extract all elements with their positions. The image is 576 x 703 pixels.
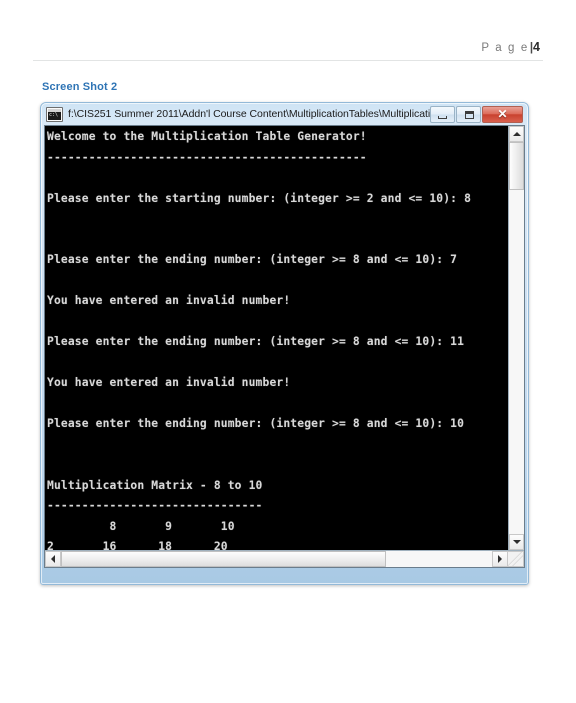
close-icon: ✕ [497, 107, 508, 121]
page-number-indicator: P a g e|4 [481, 40, 540, 54]
horizontal-scrollbar[interactable] [45, 550, 524, 567]
console-output-text: Welcome to the Multiplication Table Gene… [47, 130, 472, 550]
maximize-button[interactable] [456, 106, 481, 123]
chevron-right-icon [498, 555, 502, 563]
scroll-up-button[interactable] [509, 126, 524, 142]
maximize-icon [465, 111, 474, 119]
console-window[interactable]: f:\CIS251 Summer 2011\Addn'l Course Cont… [40, 102, 529, 585]
close-button[interactable]: ✕ [482, 106, 523, 123]
window-titlebar[interactable]: f:\CIS251 Summer 2011\Addn'l Course Cont… [45, 105, 524, 124]
window-controls: ✕ [430, 106, 523, 123]
window-title: f:\CIS251 Summer 2011\Addn'l Course Cont… [68, 108, 430, 120]
page-label: P a g e [481, 42, 529, 54]
console-client-area: Welcome to the Multiplication Table Gene… [44, 125, 525, 568]
chevron-left-icon [51, 555, 55, 563]
scroll-left-button[interactable] [45, 551, 61, 567]
header-divider [33, 60, 543, 61]
scroll-right-button[interactable] [492, 551, 508, 567]
scroll-down-button[interactable] [509, 534, 524, 550]
chevron-up-icon [512, 132, 521, 136]
minimize-icon [438, 116, 447, 119]
vertical-scrollbar[interactable] [508, 126, 524, 550]
chevron-down-icon [512, 540, 521, 544]
cmd-console-icon [46, 107, 63, 122]
horizontal-scroll-track[interactable] [61, 551, 492, 567]
document-page-header: P a g e|4 [0, 0, 576, 62]
horizontal-scroll-thumb[interactable] [61, 551, 387, 567]
console-screen[interactable]: Welcome to the Multiplication Table Gene… [45, 126, 508, 550]
page-number-value: 4 [533, 40, 540, 54]
screenshot-caption: Screen Shot 2 [42, 81, 118, 93]
window-resize-grip[interactable] [508, 551, 524, 567]
vertical-scroll-thumb[interactable] [509, 142, 524, 190]
console-body-row: Welcome to the Multiplication Table Gene… [45, 126, 524, 550]
minimize-button[interactable] [430, 106, 455, 123]
vertical-scroll-track[interactable] [509, 142, 524, 534]
